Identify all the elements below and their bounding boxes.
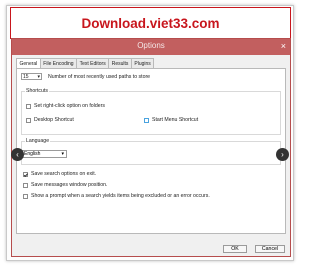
window-title: Options xyxy=(137,41,165,50)
show-prompt-option[interactable]: Show a prompt when a search yields items… xyxy=(23,193,210,199)
desktop-shortcut-label: Desktop Shortcut xyxy=(34,117,74,123)
right-click-label: Set right-click option on folders xyxy=(34,103,105,109)
tab-text-editors[interactable]: Text Editors xyxy=(76,58,110,68)
chevron-down-icon: ▾ xyxy=(61,151,64,157)
right-click-option[interactable]: Set right-click option on folders xyxy=(26,103,105,109)
stepper-arrow-icon: ▾ xyxy=(37,73,40,80)
watermark-banner: Download.viet33.com xyxy=(10,7,291,39)
language-group-label: Language xyxy=(25,138,51,144)
cancel-button[interactable]: Cancel xyxy=(255,245,285,253)
save-search-checkbox[interactable] xyxy=(23,171,28,177)
options-dialog: Options × General File Encoding Text Edi… xyxy=(11,38,291,257)
start-menu-option[interactable]: Start Menu Shortcut xyxy=(144,117,198,123)
next-arrow-icon[interactable]: › xyxy=(276,148,289,161)
recent-paths-row: 15 ▾ Number of most recently used paths … xyxy=(21,73,150,80)
tab-strip: General File Encoding Text Editors Resul… xyxy=(16,58,155,68)
banner-text: Download.viet33.com xyxy=(81,15,220,31)
ok-button[interactable]: OK xyxy=(223,245,247,253)
tab-general[interactable]: General xyxy=(16,58,41,68)
language-select[interactable]: English ▾ xyxy=(21,150,67,158)
desktop-shortcut-option[interactable]: Desktop Shortcut xyxy=(26,117,74,123)
start-menu-checkbox[interactable] xyxy=(144,117,149,123)
save-messages-option[interactable]: Save messages window position. xyxy=(23,182,107,188)
desktop-shortcut-checkbox[interactable] xyxy=(26,117,31,123)
save-messages-label: Save messages window position. xyxy=(31,182,108,188)
close-icon[interactable]: × xyxy=(281,41,286,51)
shortcuts-group-label: Shortcuts xyxy=(25,88,49,94)
save-messages-checkbox[interactable] xyxy=(23,182,28,188)
shortcuts-group: Shortcuts Set right-click option on fold… xyxy=(21,88,281,135)
recent-paths-label: Number of most recently used paths to st… xyxy=(48,73,151,80)
start-menu-label: Start Menu Shortcut xyxy=(152,117,199,123)
tab-file-encoding[interactable]: File Encoding xyxy=(39,58,78,68)
tab-results[interactable]: Results xyxy=(108,58,132,68)
save-search-option[interactable]: Save search options on exit. xyxy=(23,171,96,177)
recent-paths-value: 15 xyxy=(23,73,29,80)
show-prompt-checkbox[interactable] xyxy=(23,193,28,199)
save-search-label: Save search options on exit. xyxy=(31,171,97,177)
title-bar: Options × xyxy=(12,39,290,55)
tab-plugins[interactable]: Plugins xyxy=(130,58,155,68)
show-prompt-label: Show a prompt when a search yields items… xyxy=(31,193,210,199)
recent-paths-stepper[interactable]: 15 ▾ xyxy=(21,73,42,80)
previous-arrow-icon[interactable]: ‹ xyxy=(11,148,24,161)
right-click-checkbox[interactable] xyxy=(26,103,31,109)
general-panel: 15 ▾ Number of most recently used paths … xyxy=(16,68,286,234)
language-selected-value: English xyxy=(24,151,41,157)
